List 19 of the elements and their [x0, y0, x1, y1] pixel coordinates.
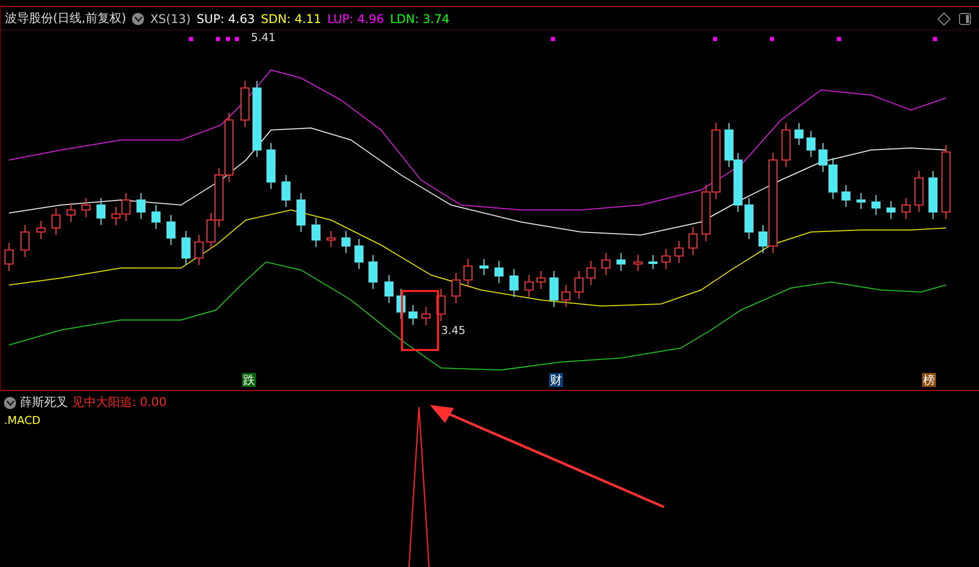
dropdown-icon[interactable] [132, 12, 144, 24]
indicator-value: SUP: 4.63 [196, 12, 255, 26]
highlight-frame [401, 290, 439, 351]
indicator-value: XS(13) [150, 12, 191, 26]
event-marker[interactable]: 跌 [242, 373, 256, 387]
indicator-value: SDN: 4.11 [260, 12, 322, 26]
dropdown-icon[interactable] [4, 396, 16, 408]
diamond-icon[interactable] [937, 12, 951, 26]
indicator-value: LUP: 4.96 [327, 12, 384, 26]
indicator-title: 薛斯死叉 [20, 394, 68, 411]
event-marker[interactable]: 财 [549, 373, 563, 387]
panel-toggle-icon[interactable] [959, 12, 971, 24]
indicator-name: .MACD [3, 413, 42, 427]
chart-title: 波导股份(日线,前复权) [5, 10, 126, 27]
signal-value: 见中大阳追: 0.00 [72, 394, 167, 411]
indicator-value: LDN: 3.74 [390, 12, 450, 26]
price-label: 3.45 [441, 324, 466, 337]
price-label: 5.41 [251, 31, 276, 44]
event-marker[interactable]: 榜 [922, 373, 936, 387]
